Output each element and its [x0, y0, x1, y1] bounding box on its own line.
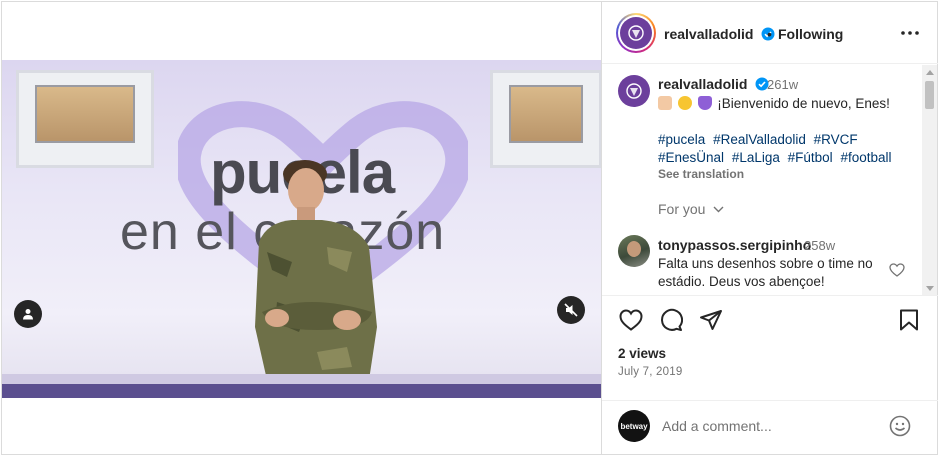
share-button[interactable] [698, 307, 724, 333]
hashtag-link[interactable]: #football [840, 150, 891, 165]
clapping-hands-icon [658, 96, 672, 110]
header-username-text[interactable]: realvalladolid [664, 26, 753, 42]
header-username[interactable]: realvalladolid [664, 26, 775, 42]
post-video[interactable]: pucela en el corazón [2, 60, 601, 398]
person-figure [255, 160, 377, 398]
like-button[interactable] [618, 307, 644, 333]
caption-age[interactable]: 261w [767, 77, 798, 92]
caption-username[interactable]: realvalladolid [658, 76, 769, 92]
smiling-face-icon [677, 96, 692, 110]
caption-avatar[interactable] [618, 75, 650, 107]
hashtag-link[interactable]: #EnesÜnal [658, 150, 724, 165]
comment-username[interactable]: tonypassos.sergipinho [658, 237, 811, 253]
club-crest-icon [626, 83, 642, 99]
post-date[interactable]: July 7, 2019 [618, 366, 682, 378]
hashtag-link[interactable]: #RealValladolid [713, 132, 806, 147]
comments-filter-dropdown[interactable]: For you [658, 201, 724, 217]
post-details-pane: realvalladolid • Following realvalladoli… [601, 2, 938, 454]
header-separator: • [767, 26, 772, 42]
chevron-down-icon [713, 206, 724, 213]
bookmark-icon [900, 309, 918, 331]
comment-avatar[interactable] [618, 235, 650, 267]
comments-scrollbar[interactable] [922, 65, 937, 295]
comments-section: realvalladolid 261w ¡Bienvenido de nuevo… [602, 65, 938, 296]
paper-plane-icon [700, 310, 722, 330]
comment-bubble-icon [661, 308, 683, 331]
comments-filter-label[interactable]: For you [658, 201, 705, 217]
comment-text: Falta uns desenhos sobre o time no estád… [658, 256, 873, 289]
commenter-avatar[interactable]: betway [618, 410, 650, 442]
post-header: realvalladolid • Following [602, 2, 938, 64]
scroll-up-arrow-icon[interactable] [926, 70, 934, 75]
save-button[interactable] [896, 307, 922, 333]
add-comment-bar: betway [602, 400, 938, 454]
speaker-muted-icon [564, 303, 578, 317]
view-count[interactable]: 2 views [618, 346, 666, 361]
hashtag-link[interactable]: #Fútbol [788, 150, 833, 165]
see-translation-link[interactable]: See translation [658, 167, 744, 181]
story-ring-avatar[interactable] [616, 13, 656, 53]
mute-toggle-button[interactable] [557, 296, 585, 324]
comment-age[interactable]: 258w [804, 238, 835, 253]
emoji-picker-button[interactable] [888, 414, 912, 438]
hashtag-link[interactable]: #LaLiga [732, 150, 780, 165]
tagged-users-button[interactable] [14, 300, 42, 328]
scroll-down-arrow-icon[interactable] [926, 286, 934, 291]
caption-hashtags: #pucela #RealValladolid #RVCF #EnesÜnal … [658, 131, 908, 167]
hashtag-link[interactable]: #RVCF [814, 132, 858, 147]
caption-username-text[interactable]: realvalladolid [658, 76, 747, 92]
caption-body: ¡Bienvenido de nuevo, Enes! [717, 96, 890, 111]
scrollbar-thumb[interactable] [925, 81, 934, 109]
more-options-icon[interactable] [900, 24, 920, 42]
user-icon [23, 309, 33, 320]
hashtag-link[interactable]: #pucela [658, 132, 705, 147]
smiley-icon [889, 415, 911, 437]
heart-icon [619, 309, 643, 331]
instagram-post: pucela en el corazón [1, 1, 938, 455]
post-actions [602, 307, 938, 341]
caption-text: ¡Bienvenido de nuevo, Enes! [658, 95, 890, 113]
comment-button[interactable] [658, 307, 684, 333]
wall-window-right [490, 70, 601, 168]
media-pane: pucela en el corazón [2, 2, 601, 454]
add-comment-input[interactable] [662, 415, 862, 437]
wall-window-left [16, 70, 154, 168]
club-crest-icon [620, 17, 652, 49]
following-button[interactable]: Following [778, 26, 843, 42]
purple-heart-icon [697, 96, 712, 110]
comment-like-heart-icon[interactable] [889, 263, 905, 277]
